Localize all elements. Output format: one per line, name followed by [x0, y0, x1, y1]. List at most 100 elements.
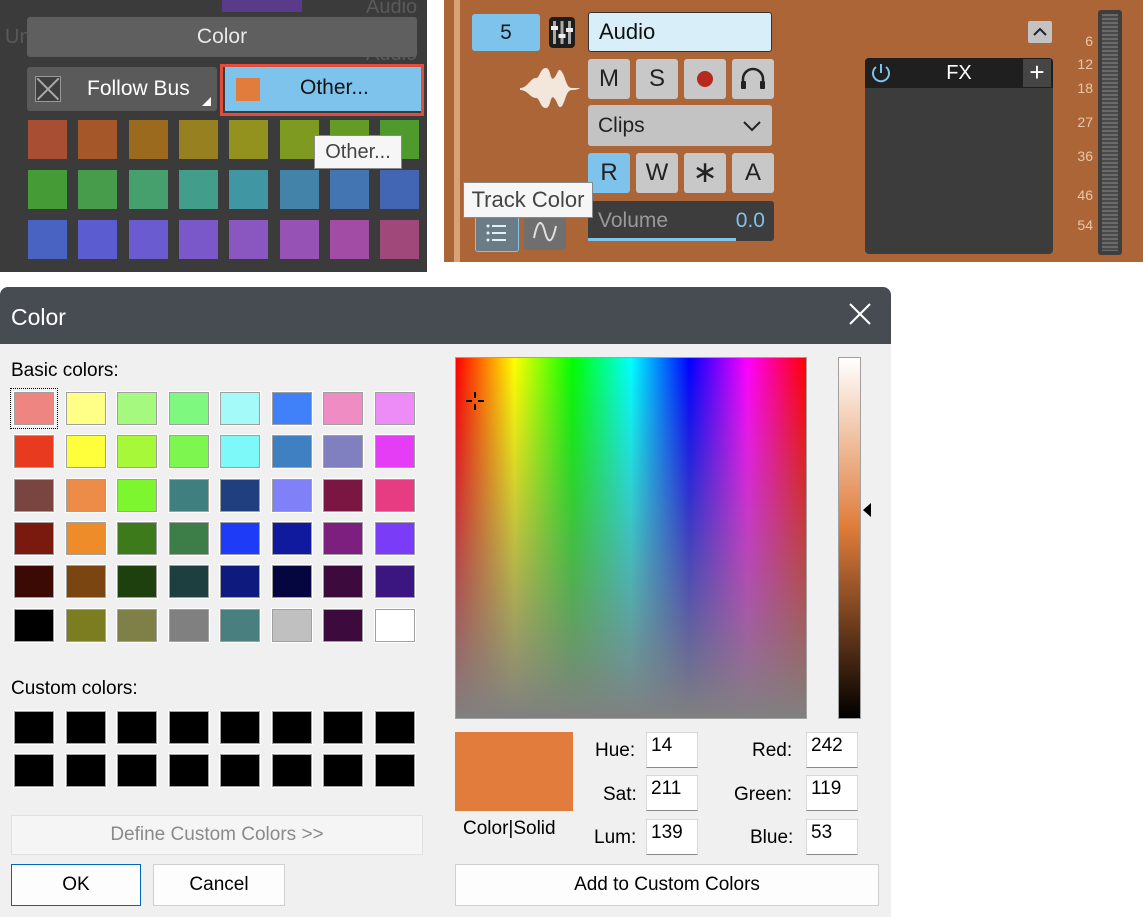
follow-bus-button[interactable]: Follow Bus [27, 67, 217, 111]
custom-color-swatch[interactable] [219, 710, 261, 745]
add-to-custom-colors-button[interactable]: Add to Custom Colors [455, 864, 879, 906]
crosshair-icon[interactable] [465, 391, 485, 411]
custom-color-swatch[interactable] [373, 710, 416, 745]
color-swatch[interactable] [178, 220, 218, 259]
basic-color-swatch[interactable] [167, 607, 210, 643]
custom-color-swatch[interactable] [64, 753, 107, 788]
basic-color-swatch[interactable] [167, 564, 210, 600]
color-swatch[interactable] [78, 120, 118, 159]
basic-color-swatch[interactable] [116, 391, 158, 426]
color-swatch[interactable] [229, 220, 269, 259]
custom-color-swatch[interactable] [13, 753, 55, 788]
green-field[interactable]: 119 [806, 775, 858, 811]
color-swatch[interactable] [329, 220, 369, 259]
color-swatch[interactable] [279, 120, 319, 159]
custom-color-swatch[interactable] [116, 753, 158, 788]
basic-color-swatch[interactable] [270, 477, 313, 513]
basic-color-swatch[interactable] [64, 564, 107, 600]
basic-color-swatch[interactable] [322, 434, 364, 470]
define-custom-colors-button[interactable]: Define Custom Colors >> [11, 815, 423, 855]
luminosity-arrow-icon[interactable] [863, 503, 871, 517]
custom-color-swatch[interactable] [13, 710, 55, 745]
auto-automation-button[interactable]: A [732, 153, 774, 193]
basic-color-swatch[interactable] [13, 607, 55, 643]
color-swatch[interactable] [178, 170, 218, 209]
clips-dropdown[interactable]: Clips [588, 105, 772, 146]
color-swatch[interactable] [380, 170, 420, 209]
color-swatch[interactable] [78, 170, 118, 209]
custom-color-swatch[interactable] [322, 710, 364, 745]
custom-color-swatch[interactable] [167, 710, 210, 745]
solo-button[interactable]: S [636, 59, 678, 99]
basic-color-swatch[interactable] [219, 477, 261, 513]
hue-field[interactable]: 14 [646, 732, 698, 768]
basic-color-swatch[interactable] [219, 520, 261, 556]
color-swatch[interactable] [78, 220, 118, 259]
fx-panel[interactable]: FX + [865, 58, 1053, 254]
basic-color-swatch[interactable] [322, 520, 364, 556]
basic-color-swatch[interactable] [167, 434, 210, 470]
color-swatch[interactable] [380, 220, 420, 259]
basic-color-swatch[interactable] [373, 391, 416, 426]
custom-color-swatch[interactable] [167, 753, 210, 788]
color-swatch[interactable] [28, 220, 67, 259]
record-arm-button[interactable] [684, 59, 726, 99]
color-swatch[interactable] [128, 120, 168, 159]
color-swatch[interactable] [128, 220, 168, 259]
basic-color-swatch[interactable] [116, 607, 158, 643]
close-icon[interactable] [847, 301, 873, 327]
mute-button[interactable]: M [588, 59, 630, 99]
basic-color-swatch[interactable] [167, 391, 210, 426]
basic-color-swatch[interactable] [373, 434, 416, 470]
basic-color-swatch[interactable] [322, 477, 364, 513]
color-swatch[interactable] [28, 120, 67, 159]
track-name-field[interactable]: Audio [588, 12, 772, 52]
custom-color-swatch[interactable] [64, 710, 107, 745]
basic-color-swatch[interactable] [167, 477, 210, 513]
color-swatch[interactable] [279, 220, 319, 259]
basic-color-swatch[interactable] [219, 564, 261, 600]
write-automation-button[interactable]: W [636, 153, 678, 193]
color-swatch[interactable] [329, 170, 369, 209]
lum-field[interactable]: 139 [646, 819, 698, 855]
basic-color-swatch[interactable] [13, 564, 55, 600]
color-swatch[interactable] [178, 120, 218, 159]
basic-color-swatch[interactable] [373, 564, 416, 600]
basic-color-swatch[interactable] [373, 607, 416, 643]
custom-color-swatch[interactable] [219, 753, 261, 788]
color-swatch[interactable] [128, 170, 168, 209]
basic-color-swatch[interactable] [322, 564, 364, 600]
latch-automation-button[interactable]: ∗ [684, 153, 726, 193]
basic-color-swatch[interactable] [373, 520, 416, 556]
custom-color-swatch[interactable] [322, 753, 364, 788]
basic-color-swatch[interactable] [219, 607, 261, 643]
sat-field[interactable]: 211 [646, 775, 698, 811]
mixer-icon[interactable] [548, 16, 576, 49]
basic-color-swatch[interactable] [270, 391, 313, 426]
basic-color-swatch[interactable] [167, 520, 210, 556]
color-swatch[interactable] [229, 170, 269, 209]
blue-field[interactable]: 53 [806, 819, 858, 855]
basic-color-swatch[interactable] [219, 391, 261, 426]
basic-color-swatch[interactable] [270, 607, 313, 643]
custom-color-swatch[interactable] [270, 710, 313, 745]
volume-slider[interactable]: Volume 0.0 [588, 201, 774, 241]
color-spectrum[interactable] [455, 357, 807, 719]
basic-color-swatch[interactable] [64, 391, 107, 426]
basic-color-swatch[interactable] [13, 520, 55, 556]
custom-color-swatch[interactable] [373, 753, 416, 788]
basic-color-swatch[interactable] [116, 434, 158, 470]
power-icon[interactable] [869, 61, 893, 85]
basic-color-swatch[interactable] [322, 607, 364, 643]
basic-color-swatch[interactable] [322, 391, 364, 426]
ok-button[interactable]: OK [11, 864, 141, 906]
basic-color-swatch[interactable] [116, 520, 158, 556]
basic-color-swatch[interactable] [64, 520, 107, 556]
collapse-button[interactable] [1028, 21, 1052, 43]
luminosity-slider[interactable] [838, 357, 861, 719]
list-view-button[interactable] [475, 214, 519, 252]
basic-color-swatch[interactable] [64, 477, 107, 513]
color-swatch[interactable] [279, 170, 319, 209]
read-automation-button[interactable]: R [588, 153, 630, 193]
basic-color-swatch[interactable] [10, 388, 58, 429]
